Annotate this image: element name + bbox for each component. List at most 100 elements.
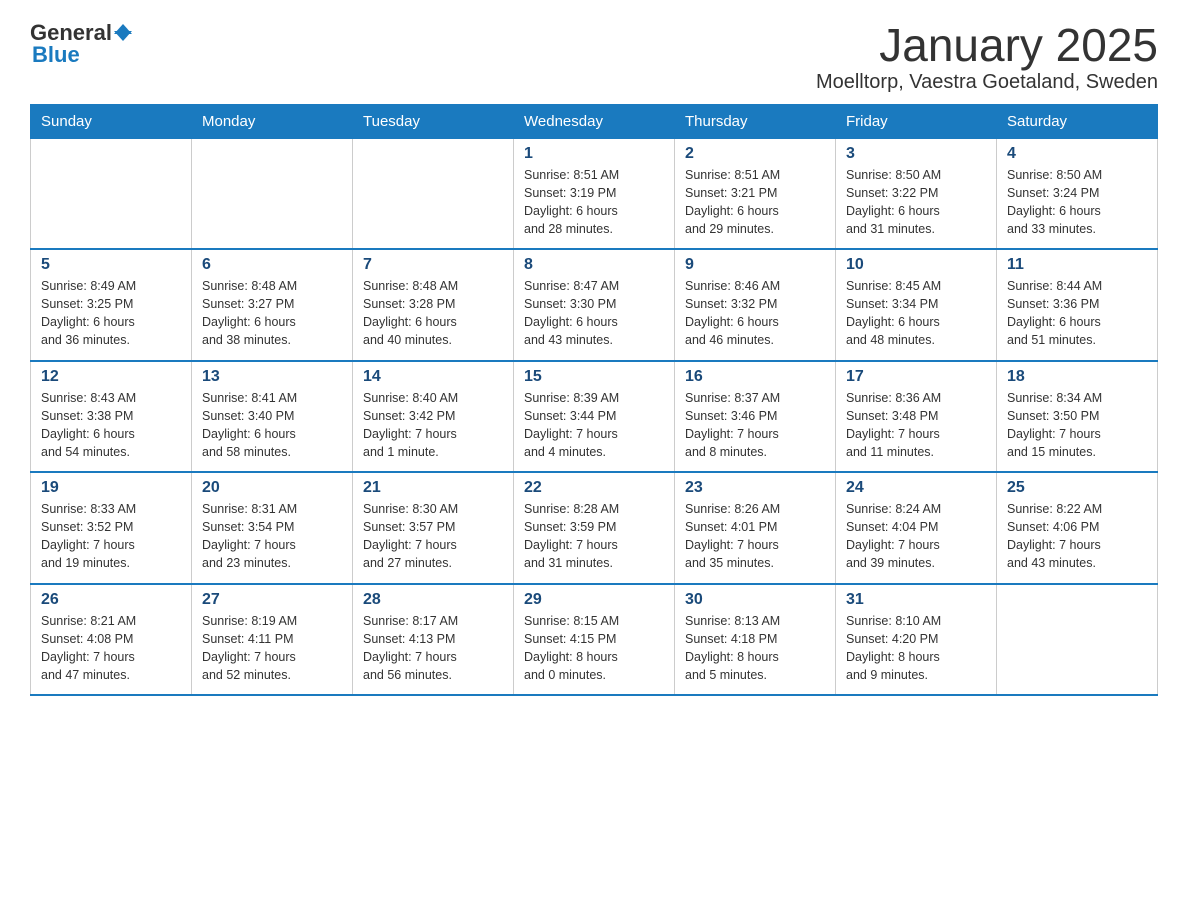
title-block: January 2025 Moelltorp, Vaestra Goetalan… bbox=[816, 20, 1158, 94]
day-number: 5 bbox=[41, 256, 181, 274]
calendar-cell bbox=[31, 138, 192, 249]
calendar-cell: 27Sunrise: 8:19 AM Sunset: 4:11 PM Dayli… bbox=[192, 584, 353, 696]
day-info: Sunrise: 8:48 AM Sunset: 3:27 PM Dayligh… bbox=[202, 277, 342, 350]
day-number: 8 bbox=[524, 256, 664, 274]
day-info: Sunrise: 8:26 AM Sunset: 4:01 PM Dayligh… bbox=[685, 500, 825, 573]
day-number: 31 bbox=[846, 591, 986, 609]
calendar-cell: 2Sunrise: 8:51 AM Sunset: 3:21 PM Daylig… bbox=[675, 138, 836, 249]
day-info: Sunrise: 8:40 AM Sunset: 3:42 PM Dayligh… bbox=[363, 389, 503, 462]
calendar-cell: 13 Sunrise: 8:41 AM Sunset: 3:40 PM Dayli… bbox=[192, 361, 353, 473]
calendar-cell: 9 Sunrise: 8:46 AM Sunset: 3:32 PM Daylig… bbox=[675, 249, 836, 361]
calendar-cell bbox=[192, 138, 353, 249]
day-number: 20 bbox=[202, 479, 342, 497]
day-info: Sunrise: 8:46 AM Sunset: 3:32 PM Dayligh… bbox=[685, 277, 825, 350]
calendar-cell: 7 Sunrise: 8:48 AM Sunset: 3:28 PM Daylig… bbox=[353, 249, 514, 361]
day-number: 11 bbox=[1007, 256, 1147, 274]
calendar-cell: 21Sunrise: 8:30 AM Sunset: 3:57 PM Dayli… bbox=[353, 472, 514, 584]
calendar-cell: 8 Sunrise: 8:47 AM Sunset: 3:30 PM Daylig… bbox=[514, 249, 675, 361]
calendar-cell: 18 Sunrise: 8:34 AM Sunset: 3:50 PM Dayli… bbox=[997, 361, 1158, 473]
calendar-cell bbox=[997, 584, 1158, 696]
day-header-friday: Friday bbox=[836, 104, 997, 138]
calendar-cell: 14 Sunrise: 8:40 AM Sunset: 3:42 PM Dayli… bbox=[353, 361, 514, 473]
day-info: Sunrise: 8:37 AM Sunset: 3:46 PM Dayligh… bbox=[685, 389, 825, 462]
day-number: 18 bbox=[1007, 368, 1147, 386]
calendar-subtitle: Moelltorp, Vaestra Goetaland, Sweden bbox=[816, 71, 1158, 94]
calendar-cell: 24 Sunrise: 8:24 AM Sunset: 4:04 PM Dayli… bbox=[836, 472, 997, 584]
day-info: Sunrise: 8:50 AM Sunset: 3:22 PM Dayligh… bbox=[846, 166, 986, 239]
calendar-cell: 23 Sunrise: 8:26 AM Sunset: 4:01 PM Dayli… bbox=[675, 472, 836, 584]
week-row-2: 5Sunrise: 8:49 AM Sunset: 3:25 PM Daylig… bbox=[31, 249, 1158, 361]
day-info: Sunrise: 8:30 AM Sunset: 3:57 PM Dayligh… bbox=[363, 500, 503, 573]
calendar-cell: 11 Sunrise: 8:44 AM Sunset: 3:36 PM Dayli… bbox=[997, 249, 1158, 361]
calendar-cell: 3 Sunrise: 8:50 AM Sunset: 3:22 PM Daylig… bbox=[836, 138, 997, 249]
day-info: Sunrise: 8:10 AM Sunset: 4:20 PM Dayligh… bbox=[846, 612, 986, 685]
day-info: Sunrise: 8:43 AM Sunset: 3:38 PM Dayligh… bbox=[41, 389, 181, 462]
calendar-cell: 19Sunrise: 8:33 AM Sunset: 3:52 PM Dayli… bbox=[31, 472, 192, 584]
day-info: Sunrise: 8:22 AM Sunset: 4:06 PM Dayligh… bbox=[1007, 500, 1147, 573]
day-number: 23 bbox=[685, 479, 825, 497]
day-info: Sunrise: 8:36 AM Sunset: 3:48 PM Dayligh… bbox=[846, 389, 986, 462]
calendar-cell: 22 Sunrise: 8:28 AM Sunset: 3:59 PM Dayli… bbox=[514, 472, 675, 584]
page-header: General Blue January 2025 Moelltorp, Vae… bbox=[30, 20, 1158, 94]
day-number: 26 bbox=[41, 591, 181, 609]
calendar-cell: 29 Sunrise: 8:15 AM Sunset: 4:15 PM Dayli… bbox=[514, 584, 675, 696]
day-header-sunday: Sunday bbox=[31, 104, 192, 138]
calendar-cell: 1 Sunrise: 8:51 AM Sunset: 3:19 PM Daylig… bbox=[514, 138, 675, 249]
day-header-tuesday: Tuesday bbox=[353, 104, 514, 138]
day-info: Sunrise: 8:47 AM Sunset: 3:30 PM Dayligh… bbox=[524, 277, 664, 350]
calendar-cell: 31 Sunrise: 8:10 AM Sunset: 4:20 PM Dayli… bbox=[836, 584, 997, 696]
day-number: 24 bbox=[846, 479, 986, 497]
calendar-table: SundayMondayTuesdayWednesdayThursdayFrid… bbox=[30, 104, 1158, 697]
day-number: 25 bbox=[1007, 479, 1147, 497]
day-number: 30 bbox=[685, 591, 825, 609]
day-number: 27 bbox=[202, 591, 342, 609]
calendar-cell: 26 Sunrise: 8:21 AM Sunset: 4:08 PM Dayli… bbox=[31, 584, 192, 696]
week-row-3: 12 Sunrise: 8:43 AM Sunset: 3:38 PM Dayli… bbox=[31, 361, 1158, 473]
day-number: 9 bbox=[685, 256, 825, 274]
day-info: Sunrise: 8:15 AM Sunset: 4:15 PM Dayligh… bbox=[524, 612, 664, 685]
day-number: 15 bbox=[524, 368, 664, 386]
day-info: Sunrise: 8:13 AM Sunset: 4:18 PM Dayligh… bbox=[685, 612, 825, 685]
day-number: 29 bbox=[524, 591, 664, 609]
day-header-thursday: Thursday bbox=[675, 104, 836, 138]
day-info: Sunrise: 8:21 AM Sunset: 4:08 PM Dayligh… bbox=[41, 612, 181, 685]
day-header-monday: Monday bbox=[192, 104, 353, 138]
day-number: 1 bbox=[524, 145, 664, 163]
calendar-cell: 20Sunrise: 8:31 AM Sunset: 3:54 PM Dayli… bbox=[192, 472, 353, 584]
day-info: Sunrise: 8:45 AM Sunset: 3:34 PM Dayligh… bbox=[846, 277, 986, 350]
day-info: Sunrise: 8:41 AM Sunset: 3:40 PM Dayligh… bbox=[202, 389, 342, 462]
calendar-cell: 12 Sunrise: 8:43 AM Sunset: 3:38 PM Dayli… bbox=[31, 361, 192, 473]
day-number: 28 bbox=[363, 591, 503, 609]
calendar-cell bbox=[353, 138, 514, 249]
day-header-wednesday: Wednesday bbox=[514, 104, 675, 138]
day-info: Sunrise: 8:34 AM Sunset: 3:50 PM Dayligh… bbox=[1007, 389, 1147, 462]
day-number: 10 bbox=[846, 256, 986, 274]
calendar-cell: 10 Sunrise: 8:45 AM Sunset: 3:34 PM Dayli… bbox=[836, 249, 997, 361]
logo-blue: Blue bbox=[32, 42, 80, 68]
day-header-saturday: Saturday bbox=[997, 104, 1158, 138]
day-number: 4 bbox=[1007, 145, 1147, 163]
day-number: 22 bbox=[524, 479, 664, 497]
calendar-cell: 30 Sunrise: 8:13 AM Sunset: 4:18 PM Dayli… bbox=[675, 584, 836, 696]
day-number: 2 bbox=[685, 145, 825, 163]
day-number: 13 bbox=[202, 368, 342, 386]
day-number: 7 bbox=[363, 256, 503, 274]
week-row-4: 19Sunrise: 8:33 AM Sunset: 3:52 PM Dayli… bbox=[31, 472, 1158, 584]
day-number: 3 bbox=[846, 145, 986, 163]
logo: General Blue bbox=[30, 20, 132, 68]
day-info: Sunrise: 8:28 AM Sunset: 3:59 PM Dayligh… bbox=[524, 500, 664, 573]
day-info: Sunrise: 8:24 AM Sunset: 4:04 PM Dayligh… bbox=[846, 500, 986, 573]
day-info: Sunrise: 8:51 AM Sunset: 3:19 PM Dayligh… bbox=[524, 166, 664, 239]
calendar-cell: 28Sunrise: 8:17 AM Sunset: 4:13 PM Dayli… bbox=[353, 584, 514, 696]
calendar-cell: 25 Sunrise: 8:22 AM Sunset: 4:06 PM Dayli… bbox=[997, 472, 1158, 584]
week-row-1: 1 Sunrise: 8:51 AM Sunset: 3:19 PM Daylig… bbox=[31, 138, 1158, 249]
day-number: 16 bbox=[685, 368, 825, 386]
day-info: Sunrise: 8:48 AM Sunset: 3:28 PM Dayligh… bbox=[363, 277, 503, 350]
day-number: 12 bbox=[41, 368, 181, 386]
day-info: Sunrise: 8:44 AM Sunset: 3:36 PM Dayligh… bbox=[1007, 277, 1147, 350]
calendar-cell: 17Sunrise: 8:36 AM Sunset: 3:48 PM Dayli… bbox=[836, 361, 997, 473]
day-number: 14 bbox=[363, 368, 503, 386]
calendar-cell: 6Sunrise: 8:48 AM Sunset: 3:27 PM Daylig… bbox=[192, 249, 353, 361]
week-row-5: 26 Sunrise: 8:21 AM Sunset: 4:08 PM Dayli… bbox=[31, 584, 1158, 696]
calendar-cell: 16 Sunrise: 8:37 AM Sunset: 3:46 PM Dayli… bbox=[675, 361, 836, 473]
